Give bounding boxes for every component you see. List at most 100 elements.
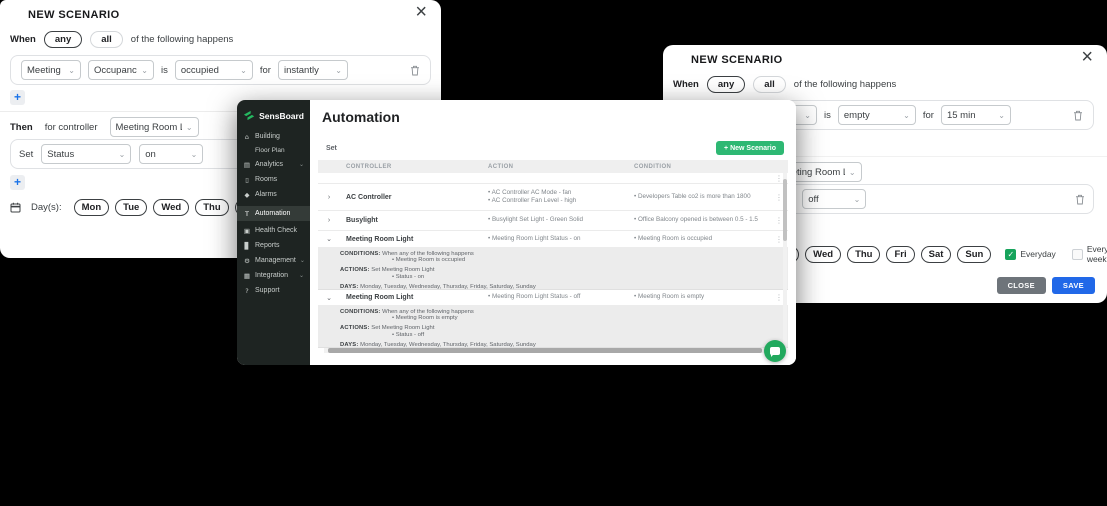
for-label: for: [922, 109, 934, 121]
day-pill-tue[interactable]: Tue: [115, 199, 148, 216]
sidebar-item-reports[interactable]: ▊ Reports: [237, 238, 310, 253]
action-item: Meeting Room Light Status - off: [488, 293, 624, 302]
sidebar-item-automation[interactable]: T Automation: [237, 206, 310, 221]
chevron-down-icon: ⌄: [298, 162, 304, 168]
sidebar-item-building[interactable]: ⌂ Building: [237, 129, 310, 144]
table-row-ac-controller[interactable]: › AC Controller AC Controller AC Mode - …: [318, 184, 788, 211]
actions-label: ACTIONS:: [340, 325, 370, 331]
save-button[interactable]: SAVE: [1051, 277, 1095, 294]
sidebar-item-rooms[interactable]: ▯ Rooms: [237, 172, 310, 187]
day-pill-thu[interactable]: Thu: [195, 199, 229, 216]
when-suffix: of the following happens: [793, 79, 897, 90]
dialog-buttons: CLOSE SAVE: [996, 277, 1095, 294]
set-label: Set: [19, 148, 34, 160]
sidebar-item-alarms[interactable]: ◆ Alarms: [237, 187, 310, 202]
sidebar-item-management[interactable]: ⚙ Management ⌄: [237, 253, 310, 268]
day-pill-wed[interactable]: Wed: [153, 199, 190, 216]
trash-icon: [1076, 194, 1084, 204]
add-action-button[interactable]: +: [10, 175, 25, 190]
for-controller-label: for controller: [44, 121, 98, 133]
delete-condition-button[interactable]: [1073, 110, 1083, 121]
sidebar-item-analytics[interactable]: ▤ Analytics ⌄: [237, 157, 310, 172]
integration-icon: ▦: [243, 271, 251, 280]
sidebar-item-health-check[interactable]: ▣ Health Check: [237, 223, 310, 238]
is-label: is: [824, 109, 831, 121]
state-select[interactable]: empty ⌄: [837, 105, 916, 125]
add-condition-button[interactable]: +: [10, 90, 25, 105]
metric-select[interactable]: Occupancy ⌄: [88, 60, 154, 80]
everyday-checkbox[interactable]: ✓ Everyday: [1005, 248, 1056, 260]
sensboard-logo-icon: [243, 110, 255, 121]
day-pill-wed[interactable]: Wed: [805, 245, 842, 263]
every-weekday-checkbox[interactable]: Every weekday: [1071, 244, 1107, 264]
when-row: When any all of the following happens: [673, 76, 896, 93]
close-icon[interactable]: ×: [411, 1, 431, 23]
duration-select[interactable]: instantly ⌄: [277, 60, 348, 80]
chevron-down-icon: ⌄: [903, 110, 910, 120]
scrollbar-thumb[interactable]: [783, 179, 787, 241]
collapse-icon[interactable]: ⌄: [318, 235, 340, 243]
brand[interactable]: SensBoard: [237, 106, 310, 129]
device-select[interactable]: Meeting Roo...⌄: [21, 60, 81, 80]
chevron-down-icon: ⌄: [185, 122, 193, 132]
condition-item: Meeting Room is empty: [634, 293, 766, 302]
checkbox-checked-icon: ✓: [1005, 248, 1017, 260]
expand-icon[interactable]: ›: [318, 217, 340, 224]
when-row: When any all of the following happens: [10, 31, 233, 48]
chevron-down-icon: ⌄: [998, 110, 1005, 120]
chat-fab-button[interactable]: [764, 340, 786, 362]
set-value-select[interactable]: off ⌄: [802, 189, 867, 209]
set-property-select[interactable]: Status⌄: [41, 144, 132, 164]
sidebar-item-floor-plan[interactable]: Floor Plan: [237, 144, 310, 157]
vertical-scrollbar[interactable]: [783, 173, 787, 348]
analytics-icon: ▤: [243, 160, 251, 169]
for-label: for: [259, 64, 271, 76]
day-pill-fri[interactable]: Fri: [886, 245, 915, 263]
controller-select[interactable]: Meeting Room Light⌄: [109, 117, 199, 137]
duration-select[interactable]: 15 min ⌄: [940, 105, 1011, 125]
horizontal-scrollbar[interactable]: [324, 348, 772, 353]
scrollbar-thumb[interactable]: [328, 348, 762, 353]
table-row-meeting-room-light-off[interactable]: ⌄ Meeting Room Light Meeting Room Light …: [318, 290, 788, 305]
table-row-partial[interactable]: ⋮: [318, 173, 788, 184]
building-icon: ⌂: [244, 132, 250, 141]
condition-item: Office Balcony opened is between 0.5 - 1…: [634, 216, 766, 225]
delete-condition-button[interactable]: [410, 65, 420, 76]
when-label: When: [673, 79, 699, 90]
set-value-select[interactable]: on ⌄: [139, 144, 204, 164]
table-header: CONTROLLER ACTION CONDITION: [318, 160, 788, 173]
all-toggle[interactable]: all: [753, 76, 786, 93]
action-detail-item: Status - off: [340, 332, 780, 339]
day-pill-sun[interactable]: Sun: [957, 245, 992, 263]
all-toggle[interactable]: all: [90, 31, 123, 48]
condition-item: Developers Table co2 is more than 1800: [634, 193, 766, 202]
every-weekday-label: Every weekday: [1086, 244, 1107, 264]
sidebar-item-support[interactable]: ? Support: [237, 283, 310, 298]
day-pill-mon[interactable]: Mon: [73, 199, 110, 216]
any-toggle[interactable]: any: [706, 76, 746, 93]
chat-icon: [770, 347, 780, 357]
sidebar-item-integration[interactable]: ▦ Integration ⌄: [237, 268, 310, 283]
table-row-busylight[interactable]: › Busylight Busylight Set Light - Green …: [318, 211, 788, 231]
actions-label: ACTIONS:: [340, 267, 370, 273]
day-pill-sat[interactable]: Sat: [920, 245, 952, 263]
state-select[interactable]: occupied ⌄: [174, 60, 253, 80]
table-row-meeting-room-light-on[interactable]: ⌄ Meeting Room Light Meeting Room Light …: [318, 231, 788, 247]
delete-action-button[interactable]: [1075, 194, 1085, 205]
chevron-down-icon: ⌄: [298, 273, 304, 279]
chevron-down-icon: ⌄: [848, 167, 856, 177]
day-pill-thu[interactable]: Thu: [847, 245, 881, 263]
condition-detail-item: Meeting Room is occupied: [340, 257, 780, 264]
close-button[interactable]: CLOSE: [996, 277, 1046, 294]
any-toggle[interactable]: any: [43, 31, 83, 48]
calendar-icon: [10, 202, 21, 213]
days-label: DAYS:: [340, 284, 359, 290]
automation-card: Set + New Scenario CONTROLLER ACTION CON…: [318, 136, 788, 357]
expand-icon[interactable]: ›: [318, 194, 340, 201]
condition-detail-item: Meeting Room is empty: [340, 315, 780, 322]
collapse-icon[interactable]: ⌄: [318, 294, 340, 302]
conditions-label: CONDITIONS:: [340, 309, 381, 315]
new-scenario-button[interactable]: + New Scenario: [716, 141, 784, 155]
when-suffix: of the following happens: [130, 34, 234, 45]
close-icon[interactable]: ×: [1077, 46, 1097, 68]
